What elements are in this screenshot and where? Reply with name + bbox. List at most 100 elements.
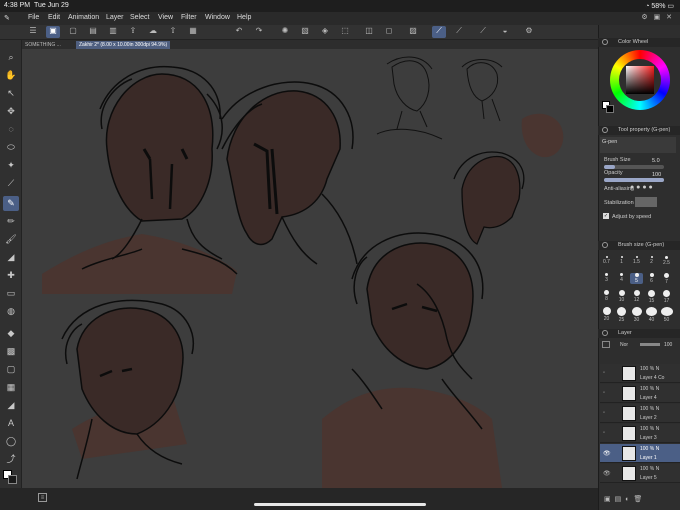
ruler-icon[interactable]: ◢ <box>3 398 19 413</box>
pen-icon[interactable]: ✎ <box>3 196 19 211</box>
adjust-by-speed-checkbox[interactable]: ✓ <box>603 213 609 219</box>
print-icon[interactable]: ▦ <box>186 26 200 38</box>
menu-layer[interactable]: Layer <box>106 14 124 21</box>
color-saturation-square[interactable] <box>626 66 654 94</box>
snap-ruler-icon[interactable]: ⟋ <box>432 26 446 38</box>
stabilization-slider[interactable] <box>635 197 657 207</box>
zoom-icon[interactable]: ⌕ <box>3 50 19 65</box>
wheel-sub-color[interactable] <box>606 105 614 113</box>
text-icon[interactable]: A <box>3 416 19 431</box>
brush-size-option[interactable]: 20 <box>600 307 613 322</box>
visibility-icon[interactable]: 👁 <box>603 450 611 457</box>
home-indicator[interactable] <box>254 503 426 506</box>
brush-size-option[interactable]: 4 <box>615 273 628 283</box>
open-icon[interactable]: ▢ <box>66 26 80 38</box>
brush-size-option[interactable]: 25 <box>615 307 628 323</box>
selection-clear-icon[interactable]: ◻ <box>382 26 396 38</box>
new-folder-icon[interactable]: ▤ <box>615 496 626 503</box>
balloon-icon[interactable]: ◯ <box>3 434 19 449</box>
sub-color-swatch[interactable] <box>8 475 17 484</box>
menu-icon[interactable]: ☰ <box>26 26 40 38</box>
visibility-icon[interactable]: ◦ <box>603 410 605 416</box>
eraser-icon[interactable]: ▭ <box>3 286 19 301</box>
menu-view[interactable]: View <box>158 14 173 21</box>
layer-row[interactable]: ◦ 100 % N Layer 4 <box>600 384 680 403</box>
tool-property-header[interactable]: Tool property (G-pen) <box>598 126 680 135</box>
brush-size-option[interactable]: 12 <box>630 290 643 303</box>
brush-size-option[interactable]: 8 <box>600 290 613 302</box>
brush-size-option[interactable]: 6 <box>645 273 658 284</box>
brush-icon[interactable]: 🖌 <box>3 232 19 247</box>
visibility-icon[interactable]: ◦ <box>603 370 605 376</box>
brush-size-option[interactable]: 30 <box>630 307 643 323</box>
selection-icon[interactable]: ⬭ <box>3 140 19 155</box>
clear-icon[interactable]: ✺ <box>278 26 292 38</box>
opacity-slider[interactable] <box>604 178 664 182</box>
gradient-icon[interactable]: ▩ <box>3 344 19 359</box>
hand-icon[interactable]: ✋ <box>3 68 19 83</box>
tab-something[interactable]: SOMETHING ... <box>22 41 64 49</box>
layer-row[interactable]: 👁 100 % N Layer 5 <box>600 464 680 483</box>
layer-row-selected[interactable]: 👁 100 % N Layer 1 <box>600 444 680 463</box>
lasso-icon[interactable]: ◌ <box>3 122 19 137</box>
airbrush-icon[interactable]: ◢ <box>3 250 19 265</box>
fill-bucket-icon[interactable]: ◆ <box>3 326 19 341</box>
layer-settings-icon[interactable] <box>602 341 610 348</box>
move-layer-icon[interactable]: ✥ <box>3 104 19 119</box>
menu-file[interactable]: File <box>28 14 39 21</box>
visibility-icon[interactable]: ◦ <box>603 390 605 396</box>
brush-size-option[interactable]: 3 <box>600 273 613 283</box>
brush-size-option[interactable]: 40 <box>645 307 658 323</box>
brush-size-option[interactable]: 10 <box>615 290 628 303</box>
redo-icon[interactable]: ↷ <box>252 26 266 38</box>
brush-size-option[interactable]: 0.7 <box>600 256 613 265</box>
transform-icon[interactable]: ⬚ <box>338 26 352 38</box>
cup-icon[interactable]: ◒ <box>498 26 512 38</box>
canvas-menu-icon[interactable]: ≡ <box>38 493 47 502</box>
brush-size-option[interactable]: 2.5 <box>660 256 673 266</box>
drawing-canvas[interactable] <box>22 49 598 488</box>
new-layer-icon[interactable]: ▣ <box>604 496 615 503</box>
color-wheel-header[interactable]: Color Wheel <box>598 38 680 47</box>
frame-icon[interactable]: ▦ <box>3 380 19 395</box>
brush-size-option[interactable]: 1 <box>615 256 628 265</box>
delete-layer-icon[interactable]: 🗑 <box>633 496 646 503</box>
share-icon[interactable]: ⇧ <box>166 26 180 38</box>
snap-grid-icon[interactable]: ⟋ <box>476 26 490 38</box>
brush-size-slider[interactable] <box>604 165 664 169</box>
undo-icon[interactable]: ↶ <box>232 26 246 38</box>
menu-help[interactable]: Help <box>237 14 251 21</box>
window-controls-icon[interactable]: ⚙ ▣ ✕ <box>641 13 674 21</box>
menu-animation[interactable]: Animation <box>68 14 99 21</box>
correct-line-icon[interactable]: ⤴ <box>3 452 19 467</box>
menu-edit[interactable]: Edit <box>48 14 60 21</box>
blend-icon[interactable]: ◍ <box>3 304 19 319</box>
visibility-icon[interactable]: ◦ <box>603 430 605 436</box>
selection-invert-icon[interactable]: ◫ <box>362 26 376 38</box>
layer-header[interactable]: Layer <box>598 329 680 338</box>
brush-size-option[interactable]: 50 <box>660 307 673 323</box>
export-icon[interactable]: ▥ <box>106 26 120 38</box>
layer-opacity-slider[interactable] <box>640 343 660 346</box>
clear-outside-icon[interactable]: ▧ <box>298 26 312 38</box>
snap-icon[interactable]: ▨ <box>406 26 420 38</box>
new-canvas-icon[interactable]: ▣ <box>46 26 60 38</box>
blend-mode-select[interactable]: Nor <box>620 342 628 348</box>
operation-icon[interactable]: ↖ <box>3 86 19 101</box>
upload-icon[interactable]: ⇪ <box>126 26 140 38</box>
eyedropper-icon[interactable]: ⟋ <box>3 176 19 191</box>
tab-zakhir-2[interactable]: Zakhir 2* (8.00 x 10.00in 300dpi 94.9%) <box>76 41 171 49</box>
brush-size-option[interactable]: 17 <box>660 290 673 304</box>
cloud-icon[interactable]: ☁ <box>146 26 160 38</box>
menu-window[interactable]: Window <box>205 14 230 21</box>
settings-icon[interactable]: ⚙ <box>522 26 536 38</box>
app-logo-icon[interactable]: ✎ <box>4 14 10 22</box>
figure-icon[interactable]: ▢ <box>3 362 19 377</box>
layer-row[interactable]: ◦ 100 % N Layer 4 Co <box>600 364 680 383</box>
antialias-options[interactable]: ● ● ● ● <box>630 184 674 193</box>
menu-filter[interactable]: Filter <box>181 14 197 21</box>
brush-size-option-selected[interactable]: 5 <box>630 273 643 284</box>
brush-size-option[interactable]: 7 <box>660 273 673 285</box>
brush-size-option[interactable]: 1.5 <box>630 256 643 265</box>
layer-row[interactable]: ◦ 100 % N Layer 3 <box>600 424 680 443</box>
